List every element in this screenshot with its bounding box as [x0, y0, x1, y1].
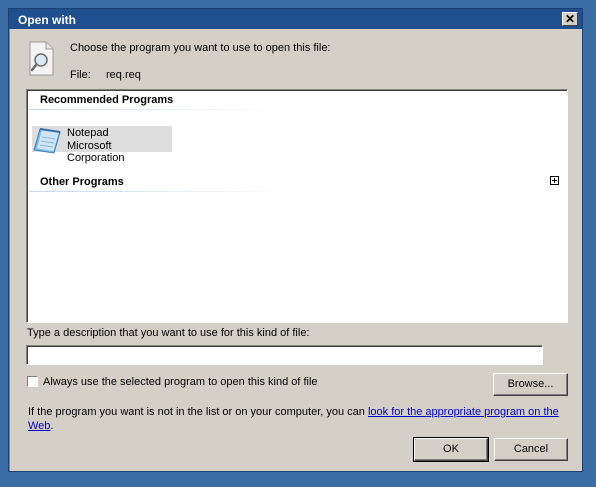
- file-label: File:: [70, 69, 91, 81]
- program-vendor: Microsoft Corporation: [67, 140, 125, 164]
- always-use-label[interactable]: Always use the selected program to open …: [43, 376, 318, 388]
- title-bar[interactable]: Open with ✕: [9, 9, 582, 29]
- file-name: req.req: [106, 69, 141, 81]
- open-with-dialog: Open with ✕ Choose the program you want …: [8, 8, 583, 472]
- description-input[interactable]: [26, 345, 543, 365]
- program-list[interactable]: Recommended Programs Notepad Microsoft C…: [26, 89, 568, 323]
- notepad-icon: [33, 128, 61, 154]
- recommended-divider: [29, 109, 289, 110]
- always-use-checkbox[interactable]: [27, 376, 38, 387]
- document-search-icon: [29, 41, 54, 76]
- window-title: Open with: [18, 13, 76, 27]
- other-programs-heading: Other Programs: [40, 176, 124, 188]
- info-text: If the program you want is not in the li…: [28, 405, 568, 433]
- expand-other-programs-icon[interactable]: [550, 176, 559, 185]
- choose-program-prompt: Choose the program you want to use to op…: [70, 42, 331, 54]
- ok-button[interactable]: OK: [413, 437, 489, 462]
- other-programs-divider: [29, 191, 289, 192]
- info-text-body: If the program you want is not in the li…: [28, 406, 368, 418]
- cancel-button[interactable]: Cancel: [494, 438, 568, 461]
- program-item-notepad[interactable]: Notepad Microsoft Corporation: [32, 126, 172, 164]
- info-text-suffix: .: [50, 420, 54, 432]
- recommended-programs-heading: Recommended Programs: [40, 94, 174, 106]
- close-button[interactable]: ✕: [562, 12, 578, 26]
- description-label: Type a description that you want to use …: [27, 327, 310, 339]
- close-icon: ✕: [564, 12, 576, 26]
- program-name: Notepad: [67, 127, 109, 139]
- browse-button[interactable]: Browse...: [493, 373, 568, 396]
